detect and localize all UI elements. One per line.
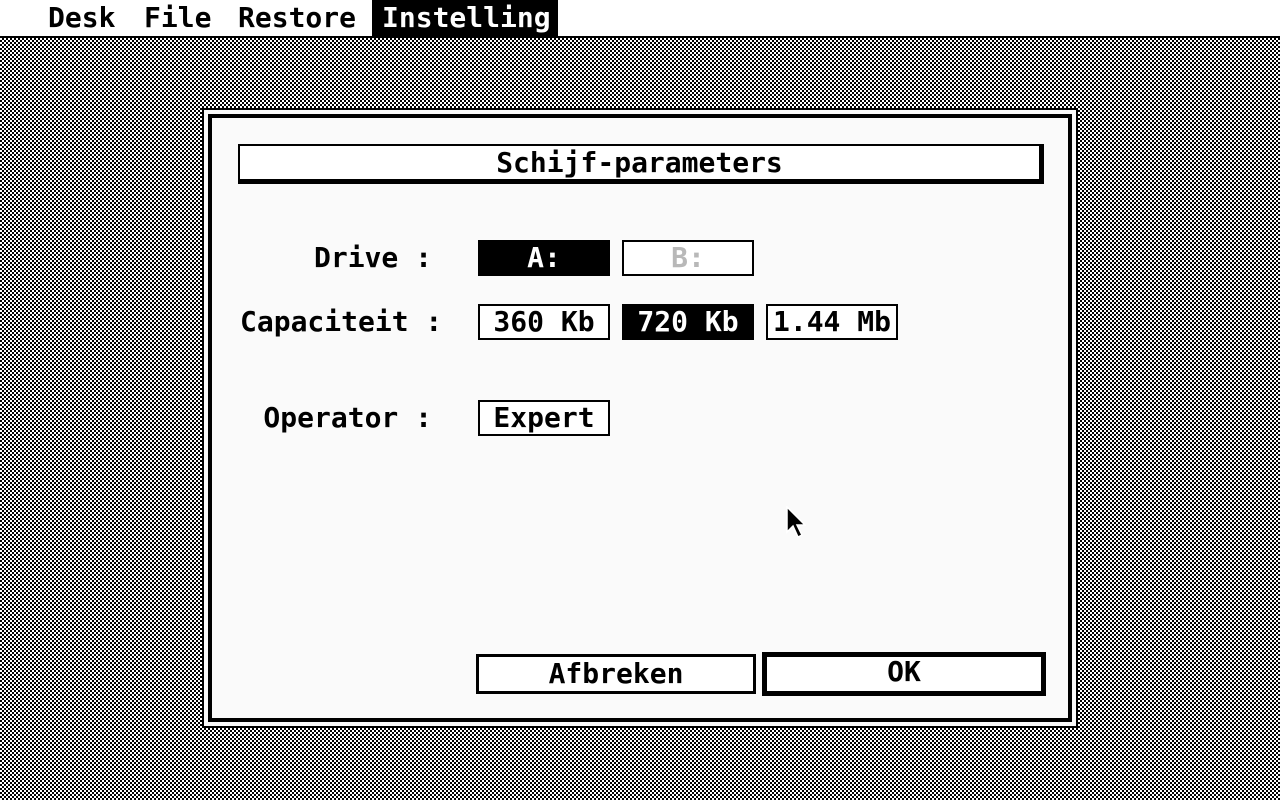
menu-restore[interactable]: Restore <box>228 0 366 36</box>
menu-file[interactable]: File <box>134 0 221 36</box>
drive-a-option[interactable]: A: <box>478 240 610 276</box>
operator-expert-option[interactable]: Expert <box>478 400 610 436</box>
menu-desk[interactable]: Desk <box>38 0 125 36</box>
mouse-pointer-icon <box>786 506 806 538</box>
capacity-720kb-option[interactable]: 720 Kb <box>622 304 754 340</box>
operator-label: Operator : <box>263 401 432 434</box>
menu-bar: Desk File Restore Instelling <box>0 0 1280 38</box>
capacity-144mb-option[interactable]: 1.44 Mb <box>766 304 898 340</box>
cancel-button[interactable]: Afbreken <box>476 654 756 694</box>
ok-button[interactable]: OK <box>762 652 1046 696</box>
drive-label: Drive : <box>313 241 432 274</box>
capacity-360kb-option[interactable]: 360 Kb <box>478 304 610 340</box>
dialog-title: Schijf-parameters <box>238 144 1044 184</box>
menu-instelling[interactable]: Instelling <box>372 0 558 36</box>
drive-b-option: B: <box>622 240 754 276</box>
capacity-label: Capaciteit : <box>240 305 443 338</box>
